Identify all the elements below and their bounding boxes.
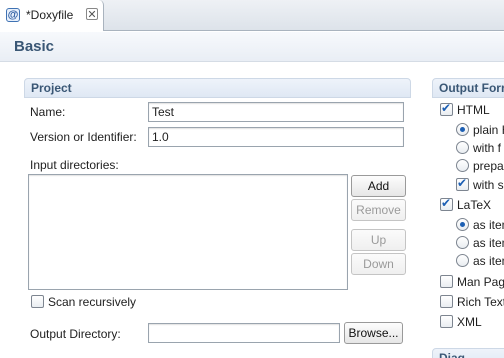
down-button[interactable]: Down (351, 253, 406, 275)
latex-option-2-label: as iten (473, 236, 504, 250)
project-section-heading: Project (24, 78, 411, 98)
xml-checkbox[interactable] (440, 315, 453, 328)
html-search-checkbox[interactable] (456, 176, 469, 191)
doxyfile-icon: @ (6, 8, 20, 22)
html-search-label: with s (473, 178, 504, 192)
latex-option-3-label: as iten (473, 254, 504, 268)
html-prepare-radio[interactable] (456, 159, 469, 172)
html-prepare-label: prepa (473, 159, 504, 173)
latex-option-1-radio[interactable] (456, 218, 469, 231)
tab-title: *Doxyfile (26, 8, 74, 22)
scan-recursively-checkbox[interactable] (31, 295, 44, 308)
page-title: Basic (14, 38, 55, 55)
name-label: Name: (30, 105, 66, 119)
diagrams-section-heading: Diag (432, 348, 504, 358)
html-checkbox[interactable] (440, 101, 453, 116)
input-directories-label: Input directories: (30, 158, 119, 172)
man-pages-checkbox[interactable] (440, 275, 453, 288)
xml-label: XML (457, 315, 482, 329)
output-formats-heading: Output Forr (432, 78, 504, 98)
scan-recursively-label: Scan recursively (48, 295, 137, 309)
rich-text-label: Rich Text (457, 295, 504, 309)
output-directory-label: Output Directory: (30, 327, 121, 341)
latex-option-1-label: as iten (473, 218, 504, 232)
html-plain-label: plain H (473, 123, 504, 137)
latex-option-2-radio[interactable] (456, 236, 469, 249)
remove-button[interactable]: Remove (351, 199, 406, 221)
editor-tab-strip: @ *Doxyfile ✕ (0, 0, 504, 31)
output-directory-field[interactable] (148, 323, 340, 343)
version-field[interactable]: 1.0 (148, 127, 404, 147)
latex-label: LaTeX (457, 198, 492, 212)
page-header: Basic (0, 32, 504, 62)
html-frames-radio[interactable] (456, 141, 469, 154)
latex-checkbox[interactable] (440, 196, 453, 211)
html-frames-label: with f (473, 141, 502, 155)
input-directories-list[interactable] (28, 174, 348, 290)
rich-text-checkbox[interactable] (440, 295, 453, 308)
html-label: HTML (457, 103, 490, 117)
close-icon[interactable]: ✕ (86, 8, 98, 21)
tab-doxyfile[interactable]: @ *Doxyfile ✕ (0, 0, 104, 31)
browse-button[interactable]: Browse... (344, 322, 403, 344)
up-button[interactable]: Up (351, 229, 406, 251)
latex-option-3-radio[interactable] (456, 254, 469, 267)
man-pages-label: Man Page (457, 275, 504, 289)
html-plain-radio[interactable] (456, 123, 469, 136)
add-button[interactable]: Add (351, 175, 406, 197)
version-label: Version or Identifier: (30, 130, 137, 144)
name-field[interactable]: Test (148, 102, 404, 122)
